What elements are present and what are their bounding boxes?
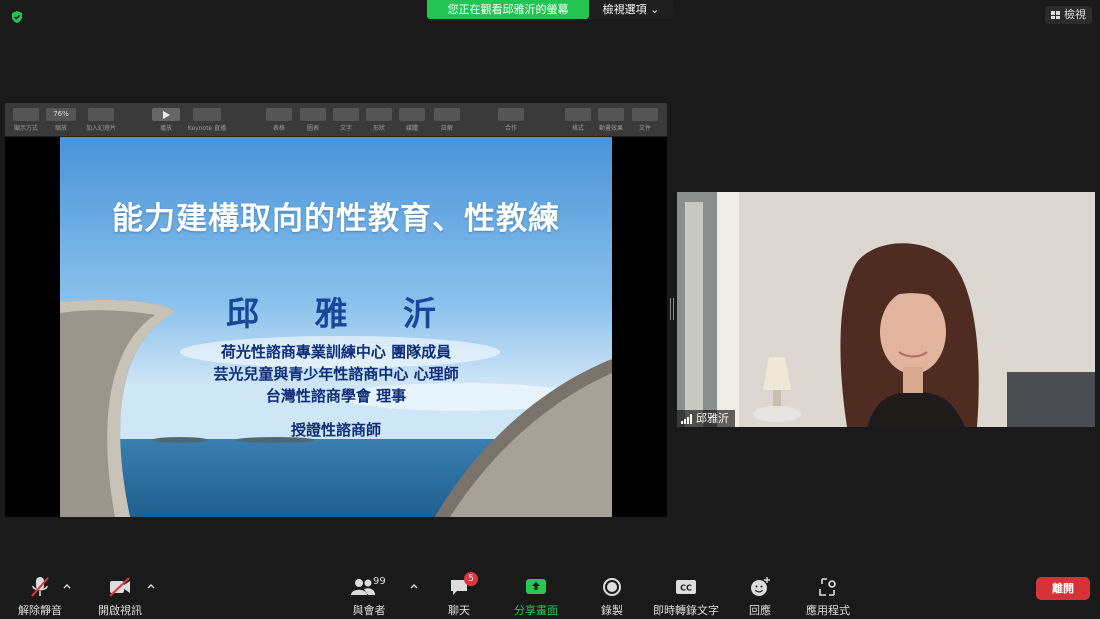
start-video-button[interactable]: 開啟視訊	[95, 575, 145, 618]
slide-line: 台灣性諮商學會 理事	[265, 387, 407, 405]
view-options-menu[interactable]: 檢視選項 ⌄	[589, 0, 673, 19]
keynote-play-button[interactable]: 播放	[151, 108, 181, 132]
slide-line: 授證性諮商師	[290, 421, 381, 439]
keynote-chart-button[interactable]: 圖表	[299, 108, 327, 132]
slide-title: 能力建構取向的性教育、性教練	[112, 201, 560, 237]
view-options-label: 檢視選項	[602, 3, 647, 16]
keynote-display-mode-button[interactable]: 顯示方式	[11, 108, 41, 132]
chat-label: 聊天	[448, 604, 470, 617]
panel-resize-handle[interactable]	[670, 298, 674, 320]
meeting-controls-bar: 解除靜音 開啟視訊 99 與會者 5 聊天 分享畫面 錄製 CC 即時轉錄文字 …	[0, 569, 1100, 619]
unmute-label: 解除靜音	[18, 604, 62, 617]
slide-line: 荷光性諮商專業訓練中心 團隊成員	[220, 343, 452, 361]
video-options-caret-icon[interactable]	[146, 581, 156, 591]
keynote-live-button[interactable]: Keynote 直播	[183, 108, 231, 132]
live-transcript-label: 即時轉錄文字	[653, 604, 719, 617]
closed-caption-icon: CC	[676, 580, 696, 594]
signal-strength-icon	[681, 413, 692, 424]
shared-screen: 顯示方式 76% 縮放 加入幻燈片 播放 Keynote 直播 表格 圖表 文字 …	[5, 103, 667, 517]
keynote-toolbar: 顯示方式 76% 縮放 加入幻燈片 播放 Keynote 直播 表格 圖表 文字 …	[5, 103, 667, 137]
keynote-media-button[interactable]: 媒體	[398, 108, 426, 132]
presentation-slide: 能力建構取向的性教育、性教練 邱 雅 沂 荷光性諮商專業訓練中心 團隊成員 芸光…	[60, 137, 612, 517]
keynote-comment-button[interactable]: 註解	[433, 108, 461, 132]
participants-count: 99	[373, 576, 386, 587]
slide-line: 芸光兒童與青少年性諮商中心 心理師	[213, 365, 459, 383]
chat-unread-badge: 5	[464, 572, 478, 586]
apps-label: 應用程式	[806, 604, 850, 617]
view-button[interactable]: 檢視	[1045, 6, 1092, 24]
apps-button[interactable]: 應用程式	[804, 575, 852, 618]
participant-video[interactable]: 邱雅沂	[677, 192, 1095, 427]
leave-meeting-button[interactable]: 離開	[1036, 577, 1090, 600]
keynote-text-button[interactable]: 文字	[332, 108, 360, 132]
video-camera-off-icon	[109, 577, 130, 597]
keynote-format-button[interactable]: 格式	[564, 108, 592, 132]
view-button-label: 檢視	[1064, 8, 1086, 21]
keynote-document-button[interactable]: 文件	[631, 108, 659, 132]
keynote-table-button[interactable]: 表格	[265, 108, 293, 132]
audio-options-caret-icon[interactable]	[62, 581, 72, 591]
keynote-collaborate-button[interactable]: 合作	[497, 108, 525, 132]
start-video-label: 開啟視訊	[98, 604, 142, 617]
share-screen-label: 分享畫面	[514, 604, 558, 617]
reactions-button[interactable]: 回應	[744, 575, 776, 618]
reactions-label: 回應	[749, 604, 771, 617]
security-shield-icon[interactable]	[10, 10, 24, 24]
microphone-muted-icon	[31, 577, 49, 597]
participants-options-caret-icon[interactable]	[409, 581, 419, 591]
unmute-button[interactable]: 解除靜音	[15, 575, 65, 618]
live-transcript-button[interactable]: CC 即時轉錄文字	[652, 575, 720, 618]
record-icon	[603, 578, 621, 596]
participants-button[interactable]: 99 與會者	[345, 575, 393, 618]
share-screen-icon	[526, 579, 546, 594]
record-button[interactable]: 錄製	[596, 575, 628, 618]
record-label: 錄製	[601, 604, 623, 617]
chat-button[interactable]: 5 聊天	[442, 572, 478, 618]
screen-share-banner: 您正在觀看邱雅沂的螢幕	[427, 0, 589, 19]
grid-view-icon	[1051, 11, 1060, 19]
keynote-animate-button[interactable]: 動畫效果	[595, 108, 627, 132]
keynote-add-slide-button[interactable]: 加入幻燈片	[83, 108, 119, 132]
keynote-shape-button[interactable]: 形狀	[365, 108, 393, 132]
keynote-zoom-button[interactable]: 76% 縮放	[45, 108, 77, 132]
apps-icon	[819, 578, 836, 596]
participant-video-frame	[677, 192, 1095, 427]
participant-name-tag: 邱雅沂	[677, 410, 735, 427]
share-screen-button[interactable]: 分享畫面	[510, 575, 562, 618]
participants-label: 與會者	[352, 604, 386, 617]
svg-text:CC: CC	[680, 584, 692, 593]
slide-presenter-name: 邱 雅 沂	[226, 294, 458, 333]
chevron-down-icon: ⌄	[650, 3, 660, 16]
reactions-emoji-icon	[751, 577, 770, 596]
participant-name: 邱雅沂	[696, 412, 729, 425]
